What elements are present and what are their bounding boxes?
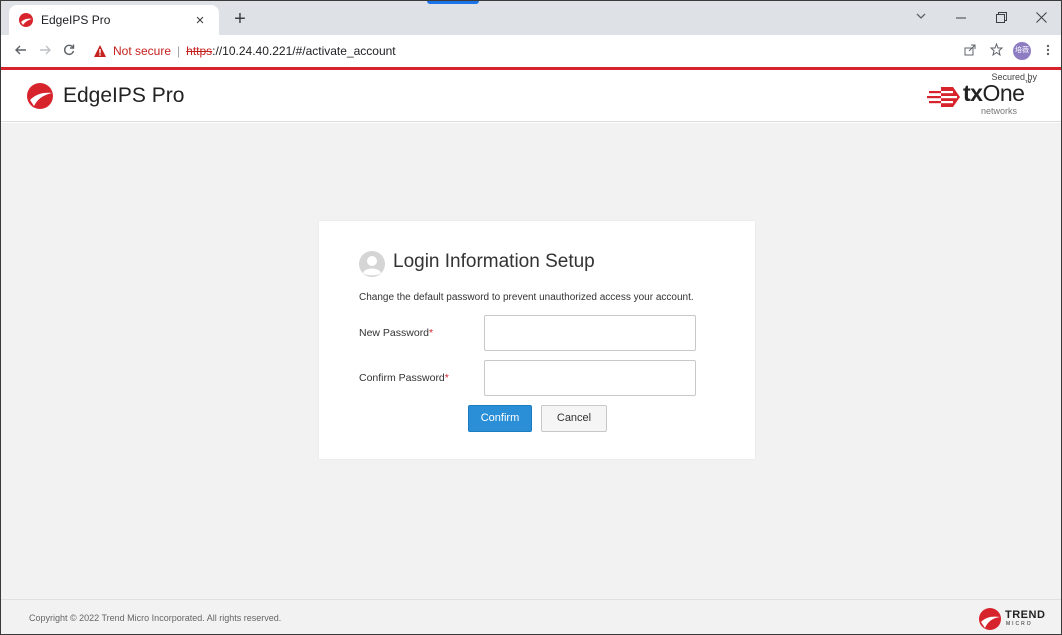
required-marker: * [429, 327, 434, 339]
txone-emblem-icon [927, 87, 960, 107]
tab-strip-accent [427, 1, 479, 4]
back-icon[interactable] [9, 43, 33, 60]
confirm-password-input[interactable] [484, 360, 696, 396]
required-marker: * [444, 372, 449, 384]
user-avatar-icon [359, 251, 385, 277]
trend-micro-favicon-icon [19, 13, 33, 27]
new-password-label: New Password* [359, 327, 434, 339]
profile-avatar[interactable]: 培薇 [1013, 42, 1031, 60]
url-path: ://10.24.40.221/#/activate_account [212, 44, 396, 58]
browser-window: EdgeIPS Pro × + Not secure | https://10… [0, 0, 1062, 635]
trend-wordmark: TREND [1005, 609, 1046, 621]
dialog-title: Login Information Setup [393, 251, 595, 272]
trend-micro-ball-icon [979, 608, 1001, 630]
page-footer: Copyright © 2022 Trend Micro Incorporate… [1, 599, 1061, 634]
dialog-description: Change the default password to prevent u… [359, 292, 694, 303]
new-password-input[interactable] [484, 315, 696, 351]
not-secure-label[interactable]: Not secure [113, 44, 171, 58]
txone-wordmark: txOne™ [963, 80, 1031, 106]
confirm-button[interactable]: Confirm [468, 405, 532, 432]
app-header: EdgeIPS Pro Secured by txOne™ networks [1, 70, 1061, 122]
bookmark-star-icon[interactable] [983, 42, 1009, 59]
new-tab-button[interactable]: + [227, 7, 253, 33]
main-content: Login Information Setup Change the defau… [1, 123, 1061, 599]
txone-logo: Secured by txOne™ networks [927, 72, 1037, 118]
address-bar[interactable]: Not secure | https ://10.24.40.221/#/act… [93, 38, 933, 64]
url-separator: | [177, 44, 181, 58]
share-icon[interactable] [957, 44, 983, 59]
warning-triangle-icon [94, 45, 106, 57]
browser-tab[interactable]: EdgeIPS Pro × [9, 5, 219, 35]
close-tab-icon[interactable]: × [191, 12, 209, 29]
tab-search-icon[interactable] [901, 1, 941, 35]
reload-icon[interactable] [57, 43, 81, 60]
trend-micro-logo-icon [27, 83, 53, 109]
copyright-text: Copyright © 2022 Trend Micro Incorporate… [29, 613, 282, 623]
confirm-password-label: Confirm Password* [359, 372, 449, 384]
url-scheme: https [186, 44, 213, 58]
product-name: EdgeIPS Pro [63, 84, 185, 107]
minimize-icon[interactable] [941, 1, 981, 35]
trend-micro-footer-logo: TREND MICRO [979, 608, 1045, 630]
browser-menu-icon[interactable] [1035, 44, 1061, 59]
restore-icon[interactable] [981, 1, 1021, 35]
forward-icon[interactable] [33, 43, 57, 60]
toolbar-actions: 培薇 [957, 35, 1061, 67]
close-window-icon[interactable] [1021, 1, 1061, 35]
browser-toolbar: Not secure | https ://10.24.40.221/#/act… [1, 35, 1061, 67]
tab-title: EdgeIPS Pro [41, 13, 111, 27]
micro-wordmark: MICRO [1006, 621, 1033, 627]
txone-networks-label: networks [981, 106, 1018, 116]
cancel-button[interactable]: Cancel [541, 405, 607, 432]
login-setup-card: Login Information Setup Change the defau… [319, 221, 755, 459]
tab-strip: EdgeIPS Pro × + [1, 1, 1061, 35]
